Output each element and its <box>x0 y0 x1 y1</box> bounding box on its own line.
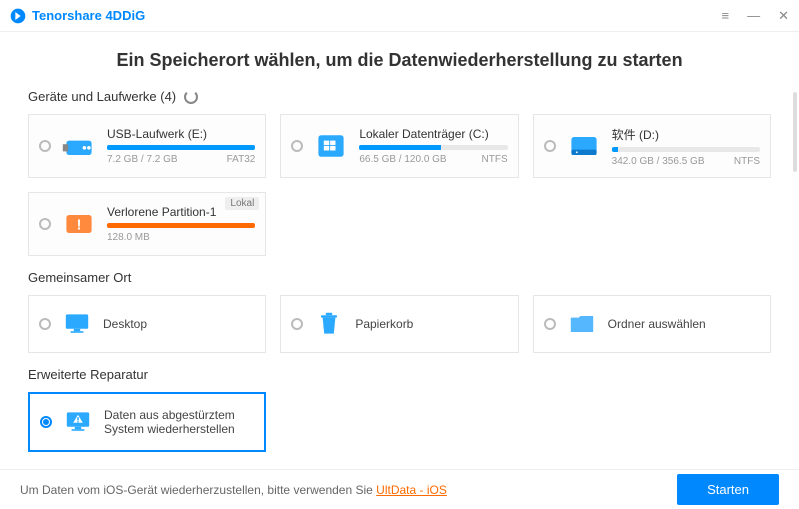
titlebar-left: Tenorshare 4DDiG <box>10 8 145 24</box>
lost-partition-icon: ! <box>61 206 97 242</box>
refresh-icon[interactable] <box>184 90 198 104</box>
folder-icon <box>566 308 598 340</box>
drive-name: 软件 (D:) <box>612 126 760 143</box>
radio[interactable] <box>544 318 556 330</box>
section-repair-title: Erweiterte Reparatur <box>28 367 771 382</box>
usage-bar <box>359 145 507 150</box>
local-badge: Lokal <box>225 197 259 210</box>
windows-drive-icon <box>313 128 349 164</box>
drive-card-d[interactable]: 软件 (D:) 342.0 GB / 356.5 GBNTFS <box>533 114 771 178</box>
hdd-drive-icon <box>566 128 602 164</box>
drive-card-lost[interactable]: Lokal ! Verlorene Partition-1 128.0 MB <box>28 192 266 256</box>
radio[interactable] <box>291 318 303 330</box>
common-label: Ordner auswählen <box>608 317 706 331</box>
ultdata-link[interactable]: UltData - iOS <box>376 483 447 497</box>
radio[interactable] <box>40 416 52 428</box>
section-common-title: Gemeinsamer Ort <box>28 270 771 285</box>
crash-recovery-icon <box>62 406 94 438</box>
footer: Um Daten vom iOS-Gerät wiederherzustelle… <box>0 469 799 509</box>
start-button[interactable]: Starten <box>677 474 779 505</box>
scrollbar[interactable] <box>793 92 797 172</box>
radio[interactable] <box>291 140 303 152</box>
usage-bar <box>612 147 760 152</box>
drive-name: Lokaler Datenträger (C:) <box>359 127 507 141</box>
section-drives-title: Geräte und Laufwerke (4) <box>28 89 771 104</box>
common-grid: Desktop Papierkorb Ordner auswählen <box>28 295 771 353</box>
window-controls: ≡ — ✕ <box>722 8 790 24</box>
common-label: Desktop <box>103 317 147 331</box>
menu-icon[interactable]: ≡ <box>722 8 730 23</box>
repair-label: Daten aus abgestürztem System wiederhers… <box>104 408 254 436</box>
drive-card-c[interactable]: Lokaler Datenträger (C:) 66.5 GB / 120.0… <box>280 114 518 178</box>
usage-bar <box>107 145 255 150</box>
titlebar: Tenorshare 4DDiG ≡ — ✕ <box>0 0 799 32</box>
common-label: Papierkorb <box>355 317 413 331</box>
drive-name: USB-Laufwerk (E:) <box>107 127 255 141</box>
drives-grid: USB-Laufwerk (E:) 7.2 GB / 7.2 GBFAT32 L… <box>28 114 771 256</box>
usb-drive-icon <box>61 128 97 164</box>
common-trash[interactable]: Papierkorb <box>280 295 518 353</box>
close-icon[interactable]: ✕ <box>778 8 789 24</box>
usage-bar <box>107 223 255 228</box>
svg-text:!: ! <box>77 217 82 233</box>
radio[interactable] <box>39 140 51 152</box>
minimize-icon[interactable]: — <box>747 8 760 23</box>
desktop-icon <box>61 308 93 340</box>
common-desktop[interactable]: Desktop <box>28 295 266 353</box>
footer-hint: Um Daten vom iOS-Gerät wiederherzustelle… <box>20 483 447 497</box>
app-title: Tenorshare 4DDiG <box>32 8 145 23</box>
app-logo-icon <box>10 8 26 24</box>
drive-card-usb[interactable]: USB-Laufwerk (E:) 7.2 GB / 7.2 GBFAT32 <box>28 114 266 178</box>
page-headline: Ein Speicherort wählen, um die Datenwied… <box>28 50 771 71</box>
radio[interactable] <box>544 140 556 152</box>
radio[interactable] <box>39 218 51 230</box>
radio[interactable] <box>39 318 51 330</box>
trash-icon <box>313 308 345 340</box>
repair-crashed-system[interactable]: Daten aus abgestürztem System wiederhers… <box>28 392 266 452</box>
main-content: Ein Speicherort wählen, um die Datenwied… <box>0 32 799 468</box>
repair-row: Daten aus abgestürztem System wiederhers… <box>28 392 771 452</box>
common-folder[interactable]: Ordner auswählen <box>533 295 771 353</box>
